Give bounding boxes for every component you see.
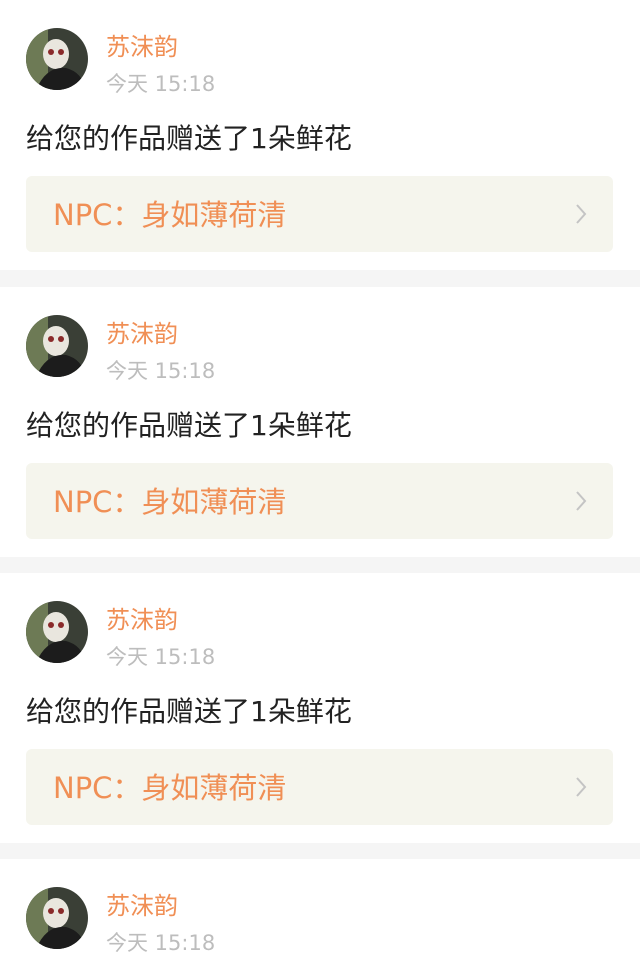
username[interactable]: 苏沫韵 [106,604,178,636]
notification-card: 苏沫韵 今天 15:18 [0,859,640,958]
notification-message: 给您的作品赠送了1朵鲜花 [26,409,352,442]
avatar-icon[interactable] [26,28,88,90]
work-link-button[interactable]: NPC：身如薄荷清 [26,463,613,539]
notification-card: 苏沫韵 今天 15:18 给您的作品赠送了1朵鲜花 NPC：身如薄荷清 [0,573,640,843]
avatar-icon[interactable] [26,315,88,377]
notification-feed: 苏沫韵 今天 15:18 给您的作品赠送了1朵鲜花 NPC：身如薄荷清 苏沫韵 … [0,0,640,958]
notification-card: 苏沫韵 今天 15:18 给您的作品赠送了1朵鲜花 NPC：身如薄荷清 [0,0,640,270]
username[interactable]: 苏沫韵 [106,318,178,350]
chevron-right-icon [576,204,587,224]
work-link-button[interactable]: NPC：身如薄荷清 [26,176,613,252]
avatar-icon[interactable] [26,601,88,663]
work-title: NPC：身如薄荷清 [53,198,287,232]
notification-message: 给您的作品赠送了1朵鲜花 [26,695,352,728]
chevron-right-icon [576,491,587,511]
work-title: NPC：身如薄荷清 [53,771,287,805]
work-link-button[interactable]: NPC：身如薄荷清 [26,749,613,825]
notification-card: 苏沫韵 今天 15:18 给您的作品赠送了1朵鲜花 NPC：身如薄荷清 [0,287,640,557]
notification-message: 给您的作品赠送了1朵鲜花 [26,122,352,155]
timestamp: 今天 15:18 [106,72,216,96]
timestamp: 今天 15:18 [106,645,216,669]
avatar-icon[interactable] [26,887,88,949]
username[interactable]: 苏沫韵 [106,890,178,922]
timestamp: 今天 15:18 [106,359,216,383]
chevron-right-icon [576,777,587,797]
timestamp: 今天 15:18 [106,931,216,955]
username[interactable]: 苏沫韵 [106,31,178,63]
work-title: NPC：身如薄荷清 [53,485,287,519]
